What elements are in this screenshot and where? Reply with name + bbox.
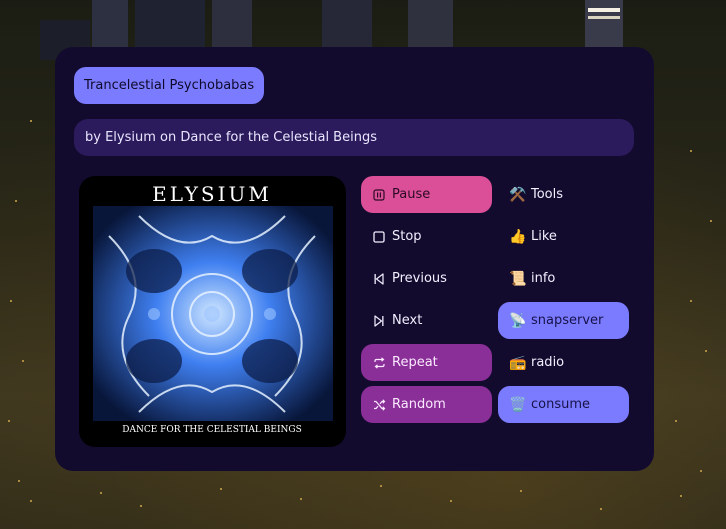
stop-label: Stop — [392, 229, 422, 244]
random-label: Random — [392, 397, 446, 412]
pause-label: Pause — [392, 187, 431, 202]
tools-label: Tools — [531, 187, 564, 202]
track-artist-album: by Elysium on Dance for the Celestial Be… — [74, 119, 634, 156]
skip-next-icon — [372, 314, 386, 328]
album-art-album-text: DANCE FOR THE CELESTIAL BEINGS — [122, 425, 301, 435]
radio-icon: 📻 — [509, 354, 527, 371]
previous-label: Previous — [392, 271, 447, 286]
skip-previous-icon — [372, 272, 386, 286]
stop-icon — [372, 230, 386, 244]
info-label: info — [531, 271, 556, 286]
radio-button[interactable]: 📻 radio — [498, 344, 629, 381]
radio-label: radio — [531, 355, 565, 370]
random-button[interactable]: Random — [361, 386, 492, 423]
album-art-band-text: ELYSIUM — [152, 182, 272, 206]
next-label: Next — [392, 313, 423, 328]
stop-button[interactable]: Stop — [361, 218, 492, 255]
consume-label: consume — [531, 397, 591, 412]
tools-button[interactable]: ⚒️ Tools — [498, 176, 629, 213]
like-label: Like — [531, 229, 557, 244]
repeat-icon — [372, 356, 386, 370]
repeat-button[interactable]: Repeat — [361, 344, 492, 381]
info-button[interactable]: 📜 info — [498, 260, 629, 297]
previous-button[interactable]: Previous — [361, 260, 492, 297]
satellite-antenna-icon: 📡 — [509, 312, 527, 329]
scroll-icon: 📜 — [509, 270, 527, 287]
track-title[interactable]: Trancelestial Psychobabas — [74, 67, 265, 104]
next-button[interactable]: Next — [361, 302, 492, 339]
album-art: ELYSIUM DANCE FOR THE CELESTIAL BEINGS — [79, 176, 346, 447]
shuffle-icon — [372, 398, 386, 412]
like-button[interactable]: 👍 Like — [498, 218, 629, 255]
pause-icon — [372, 188, 386, 202]
trash-icon: 🗑️ — [509, 396, 527, 413]
consume-button[interactable]: 🗑️ consume — [498, 386, 629, 423]
repeat-label: Repeat — [392, 355, 438, 370]
snapserver-label: snapserver — [531, 313, 604, 328]
hammer-pick-icon: ⚒️ — [509, 186, 527, 203]
snapserver-button[interactable]: 📡 snapserver — [498, 302, 629, 339]
player-card: Trancelestial Psychobabas by Elysium on … — [55, 47, 654, 471]
pause-button[interactable]: Pause — [361, 176, 492, 213]
thumbs-up-icon: 👍 — [509, 228, 527, 245]
